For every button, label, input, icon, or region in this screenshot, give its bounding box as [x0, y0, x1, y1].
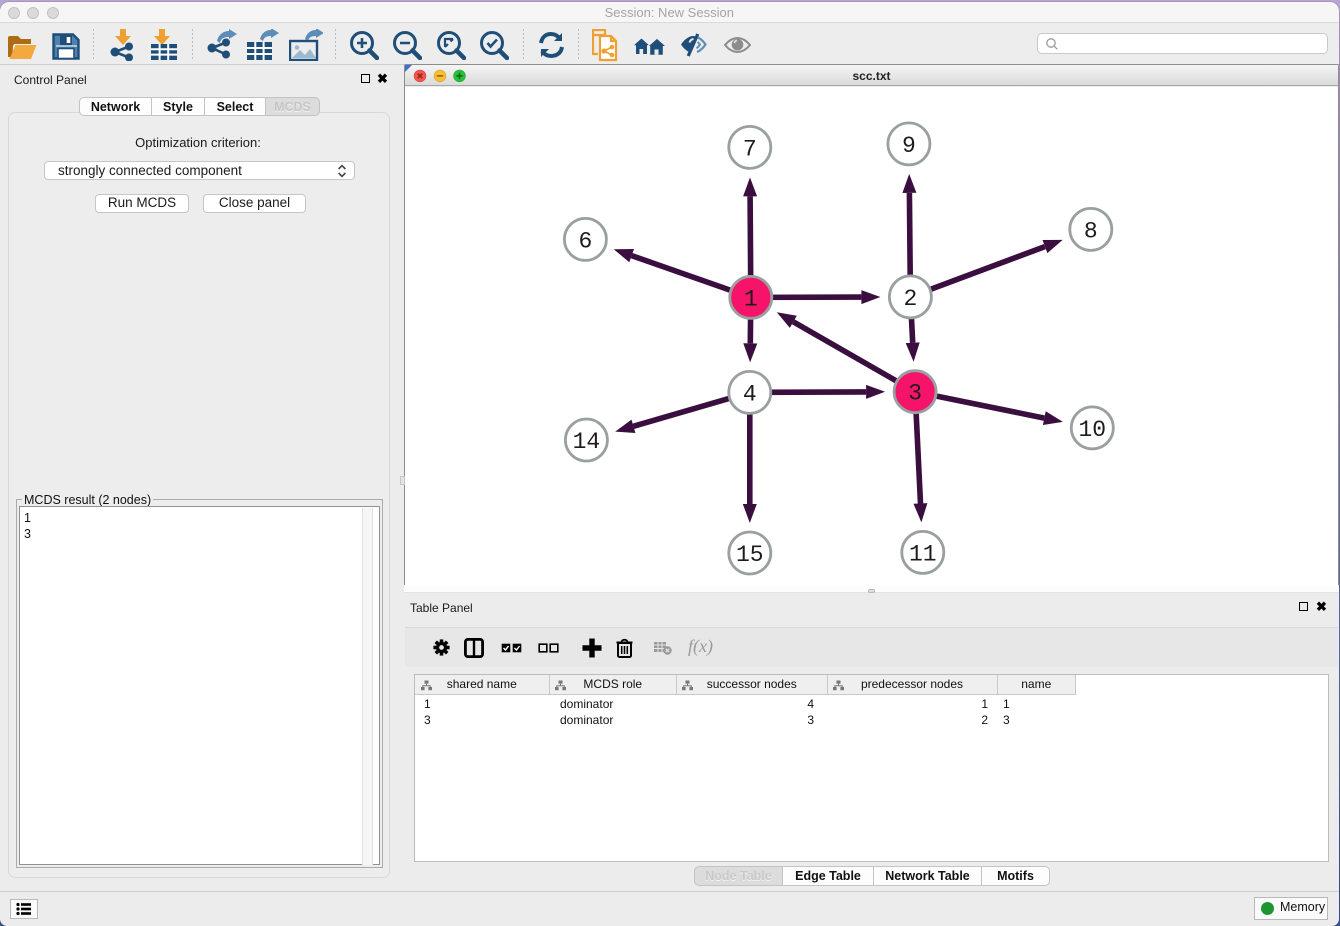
- svg-text:8: 8: [1084, 218, 1098, 244]
- svg-text:10: 10: [1078, 417, 1106, 443]
- svg-text:1: 1: [744, 286, 758, 312]
- svg-text:9: 9: [902, 133, 916, 159]
- svg-text:4: 4: [743, 381, 757, 407]
- svg-text:2: 2: [903, 286, 917, 312]
- svg-text:3: 3: [908, 381, 922, 407]
- svg-text:7: 7: [743, 136, 757, 162]
- svg-text:11: 11: [909, 541, 937, 567]
- svg-text:6: 6: [578, 228, 592, 254]
- svg-text:15: 15: [736, 542, 764, 568]
- svg-text:14: 14: [573, 429, 601, 455]
